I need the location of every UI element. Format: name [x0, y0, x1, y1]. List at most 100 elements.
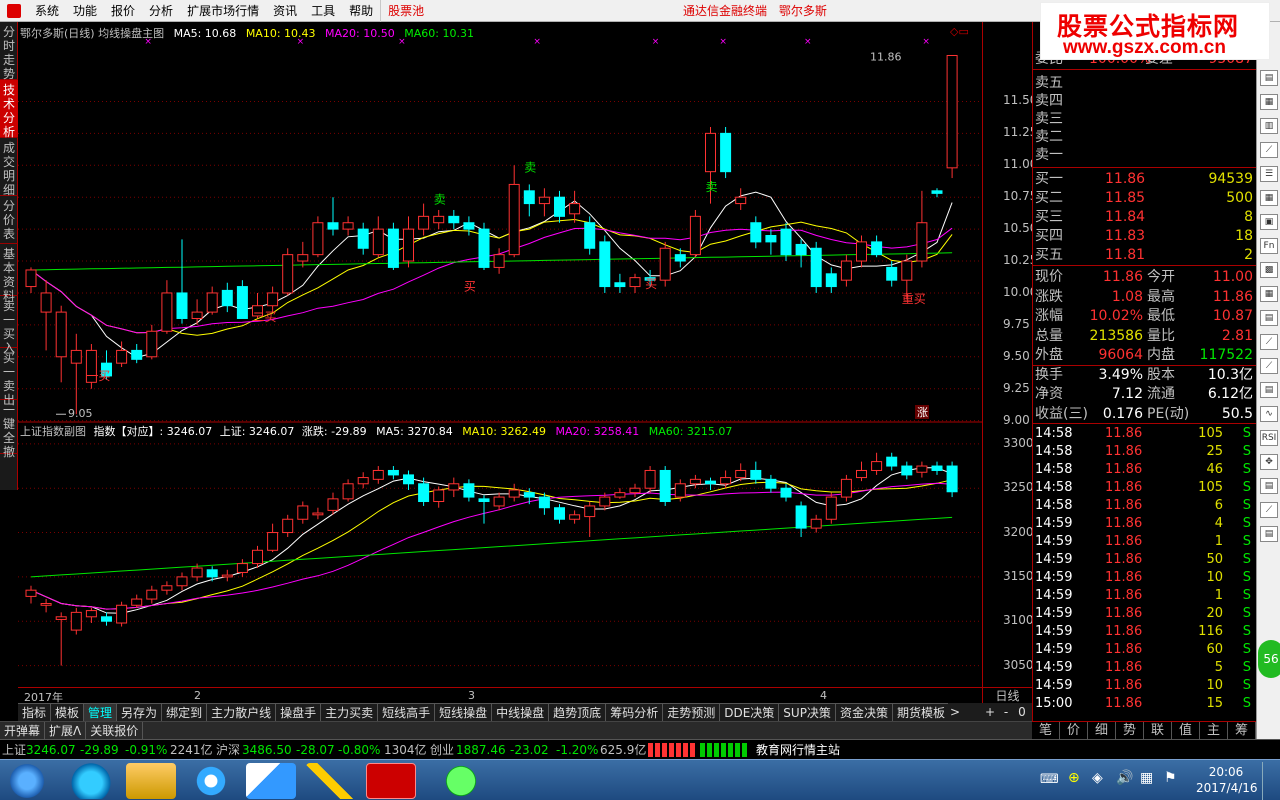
side-tool-icon-14[interactable]: ∿ — [1260, 406, 1278, 422]
toolbar2-item-1[interactable]: 扩展Λ — [45, 722, 87, 740]
reset-zoom-button[interactable]: 0 — [1014, 703, 1030, 721]
menu-item-extended-market[interactable]: 扩展市场行情 — [180, 0, 266, 22]
menu-item-news[interactable]: 资讯 — [266, 0, 304, 22]
menu-item-stock-pool[interactable]: 股票池 — [381, 0, 431, 22]
quote-tab-3[interactable]: 势 — [1116, 722, 1144, 739]
toolbar-item-12[interactable]: 筹码分析 — [606, 704, 664, 722]
toolbar-item-9[interactable]: 短线操盘 — [435, 704, 493, 722]
side-tool-icon-4[interactable]: ☰ — [1260, 166, 1278, 182]
buy-row-0[interactable]: 买一 11.86 94539 — [1033, 170, 1257, 188]
buy-row-1[interactable]: 买二 11.85 500 — [1033, 189, 1257, 207]
side-tool-icon-19[interactable]: ▤ — [1260, 526, 1278, 542]
toolbar-item-3[interactable]: 另存为 — [117, 704, 163, 722]
toolbar-item-7[interactable]: 主力买卖 — [321, 704, 379, 722]
quote-tab-4[interactable]: 联 — [1144, 722, 1172, 739]
tray-flag-icon[interactable]: ⚑ — [1164, 770, 1177, 786]
side-tool-icon-12[interactable]: ⟋ — [1260, 358, 1278, 374]
sell-row-3[interactable]: 卖二 — [1033, 128, 1257, 146]
side-tool-icon-0[interactable]: ▤ — [1260, 70, 1278, 86]
toolbar-item-8[interactable]: 短线高手 — [378, 704, 436, 722]
side-tool-icon-17[interactable]: ▤ — [1260, 478, 1278, 494]
toolbar-item-17[interactable]: 期货模板 — [893, 704, 950, 722]
side-tool-icon-7[interactable]: Fn — [1260, 238, 1278, 254]
side-tool-icon-10[interactable]: ▤ — [1260, 310, 1278, 326]
toolbar-item-14[interactable]: DDE决策 — [720, 704, 780, 722]
left-tab-2[interactable]: 成交明细 — [0, 138, 18, 197]
left-tab-6[interactable]: 买一卖出 — [0, 348, 18, 407]
side-tool-icon-6[interactable]: ▣ — [1260, 214, 1278, 230]
tray-keyboard-icon[interactable]: ⌨ — [1040, 772, 1059, 787]
menu-item-help[interactable]: 帮助 — [342, 0, 382, 22]
quote-tab-5[interactable]: 值 — [1172, 722, 1200, 739]
tray-security-icon[interactable]: ◈ — [1092, 770, 1103, 786]
toolbar-item-16[interactable]: 资金决策 — [836, 704, 893, 722]
start-button-icon[interactable] — [6, 763, 48, 799]
menu-item-system[interactable]: 系统 — [28, 0, 66, 22]
buy-row-3[interactable]: 买四 11.83 18 — [1033, 227, 1257, 245]
menu-item-function[interactable]: 功能 — [66, 0, 104, 22]
toolbar-item-2[interactable]: 管理 — [84, 704, 118, 722]
period-label[interactable]: 日线 — [982, 687, 1032, 703]
toolbar-item-10[interactable]: 中线操盘 — [492, 704, 550, 722]
side-tool-icon-5[interactable]: ▦ — [1260, 190, 1278, 206]
tray-shield-icon[interactable]: ⊕ — [1068, 770, 1080, 786]
quote-tab-2[interactable]: 细 — [1088, 722, 1116, 739]
chart-config-icon[interactable]: ◇▭ — [950, 25, 969, 38]
sell-row-0[interactable]: 卖五 — [1033, 74, 1257, 92]
toolbar-item-5[interactable]: 主力散户线 — [207, 704, 277, 722]
toolbar-item-11[interactable]: 趋势顶底 — [549, 704, 607, 722]
file-explorer-icon[interactable] — [126, 763, 176, 799]
pen-tool-icon[interactable] — [306, 763, 356, 799]
left-tab-3[interactable]: 分价表 — [0, 196, 18, 244]
app-green-icon[interactable] — [436, 763, 486, 799]
menu-item-analysis[interactable]: 分析 — [142, 0, 180, 22]
sell-row-2[interactable]: 卖三 — [1033, 110, 1257, 128]
side-tool-icon-16[interactable]: ✥ — [1260, 454, 1278, 470]
tray-network-icon[interactable]: ▦ — [1140, 770, 1153, 786]
menu-item-tools[interactable]: 工具 — [304, 0, 342, 22]
buy-row-2[interactable]: 买三 11.84 8 — [1033, 208, 1257, 226]
side-tool-icon-8[interactable]: ▩ — [1260, 262, 1278, 278]
quote-tab-0[interactable]: 笔 — [1032, 722, 1060, 739]
sell-row-4[interactable]: 卖一 — [1033, 146, 1257, 164]
left-tab-4[interactable]: 基本资料 — [0, 244, 18, 303]
quote-tab-1[interactable]: 价 — [1060, 722, 1088, 739]
baidu-cloud-icon[interactable] — [186, 763, 236, 799]
toolbar-item-15[interactable]: SUP决策 — [779, 704, 836, 722]
tongdaxin-icon[interactable] — [366, 763, 416, 799]
left-tab-7[interactable]: 一键全撤 — [0, 400, 18, 459]
menu-item-quote[interactable]: 报价 — [104, 0, 142, 22]
side-tool-icon-9[interactable]: ▦ — [1260, 286, 1278, 302]
side-tool-icon-11[interactable]: ⟋ — [1260, 334, 1278, 350]
toolbar2-item-0[interactable]: 开弹幕 — [0, 722, 46, 740]
toolbar-item-6[interactable]: 操盘手 — [276, 704, 322, 722]
buy-row-4[interactable]: 买五 11.81 2 — [1033, 246, 1257, 264]
chart-canvas[interactable]: × × × × × × × ×一买二买卖买卖买卖重买11.869.05 涨 — [18, 22, 982, 687]
left-tab-5[interactable]: 卖一买入 — [0, 296, 18, 355]
side-tool-icon-18[interactable]: ⟋ — [1260, 502, 1278, 518]
toolbar-item-13[interactable]: 走势预测 — [663, 704, 721, 722]
toolbar-scroll-right-icon[interactable]: > — [948, 703, 962, 721]
show-desktop-button[interactable] — [1262, 762, 1278, 800]
qq-mail-icon[interactable] — [246, 763, 296, 799]
sell-row-1[interactable]: 卖四 — [1033, 92, 1257, 110]
toolbar-item-4[interactable]: 绑定到 — [162, 704, 208, 722]
zoom-in-button[interactable]: + — [982, 703, 998, 721]
side-tool-icon-1[interactable]: ▦ — [1260, 94, 1278, 110]
side-tool-icon-13[interactable]: ▤ — [1260, 382, 1278, 398]
toolbar-item-0[interactable]: 指标 — [18, 704, 52, 722]
app-logo-icon[interactable] — [0, 0, 28, 22]
side-tool-icon-15[interactable]: RSI — [1260, 430, 1278, 446]
side-tool-icon-3[interactable]: ⟋ — [1260, 142, 1278, 158]
toolbar2-item-2[interactable]: 关联报价 — [86, 722, 144, 740]
zoom-out-button[interactable]: - — [998, 703, 1014, 721]
quote-tab-7[interactable]: 筹 — [1228, 722, 1256, 739]
toolbar-item-1[interactable]: 模板 — [51, 704, 85, 722]
taskbar-clock[interactable]: 20:06 2017/4/16 — [1196, 764, 1258, 796]
tray-volume-icon[interactable]: 🔊 — [1116, 770, 1133, 786]
left-tab-1[interactable]: 技术分析 — [0, 80, 18, 139]
quote-tab-6[interactable]: 主 — [1200, 722, 1228, 739]
left-tab-0[interactable]: 分时走势 — [0, 22, 18, 81]
side-tool-icon-2[interactable]: ▥ — [1260, 118, 1278, 134]
ie-browser-icon[interactable] — [66, 763, 116, 799]
